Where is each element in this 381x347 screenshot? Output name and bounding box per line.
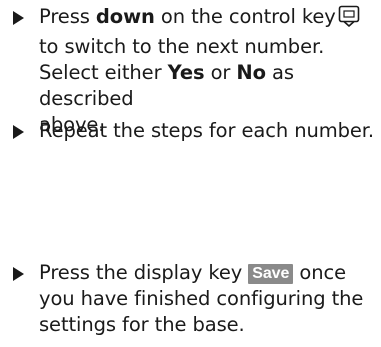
step-1-text-part: or	[204, 61, 237, 84]
step-1-bold-down: down	[95, 5, 155, 28]
step-3-text-part: Press the display key	[39, 261, 249, 284]
step-1-bold-yes: Yes	[167, 61, 205, 84]
step-3-line-1: Press the display key Save once	[39, 260, 375, 286]
step-1-text-part: Press	[39, 5, 96, 28]
step-2-text: Repeat the steps for each number.	[39, 118, 375, 144]
step-2-line-1: Repeat the steps for each number.	[39, 119, 375, 142]
bullet-arrow-icon	[13, 11, 24, 25]
bullet-arrow-icon	[13, 267, 24, 281]
control-key-down-icon	[338, 5, 360, 34]
step-1-text-part: Select either	[39, 61, 168, 84]
step-1-text-part: on the control key	[154, 5, 336, 28]
step-1-line-1: Press down on the control key	[39, 4, 375, 34]
step-3-line-3: settings for the base.	[39, 313, 245, 336]
display-key-save: Save	[248, 264, 294, 284]
step-1-bold-no: No	[236, 61, 266, 84]
step-3-text-part: once	[293, 261, 346, 284]
step-3-line-2: you have finished configuring the	[39, 287, 364, 310]
bullet-arrow-icon	[13, 125, 24, 139]
step-3-text: Press the display key Save once you have…	[39, 260, 375, 338]
step-1-line-2: to switch to the next number.	[39, 35, 325, 58]
step-1-line-3: Select either Yes or No as described	[39, 60, 375, 112]
